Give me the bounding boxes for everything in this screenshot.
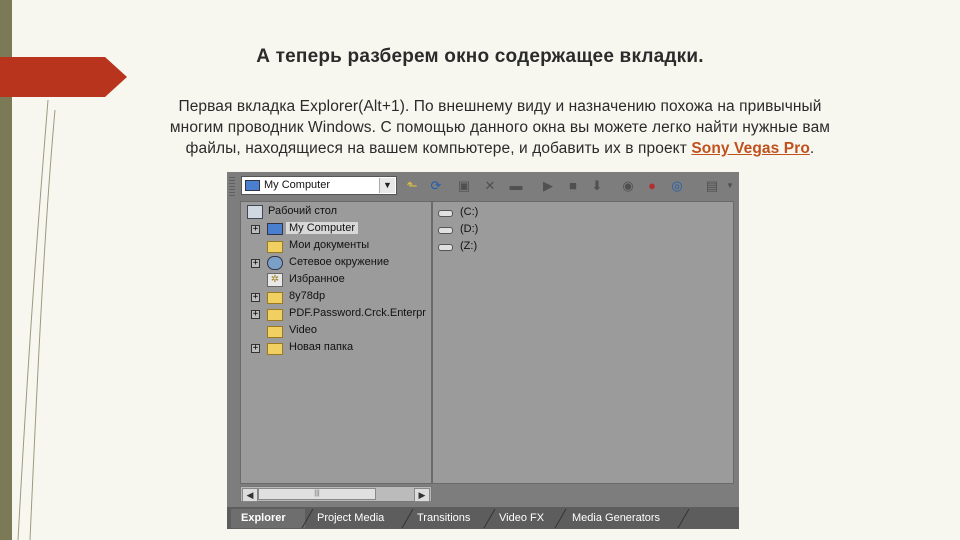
favorites-icon: ✲	[267, 273, 283, 287]
explorer-toolbar: My Computer ▼ ⬑ ⟳ ▣ ✕ ▬ ▶ ■ ⬇ ◉ ● ◎ ▤ ▼	[227, 172, 739, 200]
expand-toggle[interactable]: +	[251, 293, 260, 302]
folder-icon[interactable]: ▬	[507, 177, 525, 195]
drive-icon	[438, 244, 453, 251]
tree-item-label: 8y78dp	[289, 290, 326, 302]
folder-tree: Рабочий стол + My Computer Мои документы…	[240, 201, 432, 484]
folder-icon	[267, 309, 283, 321]
tree-item-label: Избранное	[289, 273, 345, 285]
tab-media-generators[interactable]: Media Generators	[562, 509, 687, 528]
expand-toggle[interactable]: +	[251, 344, 260, 353]
expand-toggle[interactable]: +	[251, 310, 260, 319]
slide-title: А теперь разберем окно содержащее вкладк…	[256, 46, 704, 67]
tab-explorer[interactable]: Explorer	[231, 509, 305, 528]
description-end: .	[809, 140, 815, 157]
tree-item[interactable]: Мои документы	[241, 238, 431, 255]
tree-item[interactable]: + Новая папка	[241, 340, 431, 357]
drive-icon	[438, 210, 453, 217]
folder-icon	[267, 343, 283, 355]
tree-item-label: Сетевое окружение	[289, 256, 390, 268]
tree-horizontal-scrollbar[interactable]: ◀ ||| ▶	[240, 486, 432, 502]
scroll-left-icon[interactable]: ◀	[242, 488, 258, 502]
cd-icon[interactable]: ◎	[668, 177, 686, 195]
new-folder-icon[interactable]: ▣	[455, 177, 473, 195]
toolbar-grip[interactable]	[229, 177, 235, 197]
tree-item[interactable]: Рабочий стол	[241, 204, 431, 221]
explorer-window: My Computer ▼ ⬑ ⟳ ▣ ✕ ▬ ▶ ■ ⬇ ◉ ● ◎ ▤ ▼ …	[227, 172, 739, 529]
window-tabs: Explorer Project Media Transitions Video…	[227, 507, 739, 529]
location-combo[interactable]: My Computer ▼	[241, 176, 397, 195]
computer-icon	[245, 180, 260, 191]
location-value: My Computer	[264, 179, 331, 191]
tab-video-fx[interactable]: Video FX	[489, 509, 559, 528]
tree-item-label: Новая папка	[289, 341, 354, 353]
tree-item-label: Мои документы	[289, 239, 370, 251]
file-list: (C:) (D:) (Z:)	[432, 201, 734, 484]
tab-transitions[interactable]: Transitions	[407, 509, 487, 528]
tree-item[interactable]: + PDF.Password.Crck.Enterpr	[241, 306, 431, 323]
description-line: многим проводник Windows. С помощью данн…	[169, 119, 831, 136]
drive-label: (C:)	[460, 206, 479, 218]
tree-item[interactable]: + Сетевое окружение	[241, 255, 431, 272]
tree-item[interactable]: Video	[241, 323, 431, 340]
decor-lines	[17, 99, 56, 540]
description-line: файлы, находящиеся на вашем компьютере, …	[70, 138, 930, 159]
favorites-icon[interactable]: ●	[643, 177, 661, 195]
play-icon[interactable]: ▶	[539, 177, 557, 195]
tree-item[interactable]: + My Computer	[241, 221, 431, 238]
tree-item-label: My Computer	[286, 222, 359, 234]
insert-icon[interactable]: ⬇	[588, 177, 606, 195]
desktop-icon	[247, 205, 263, 219]
description-line: Первая вкладка Explorer(Alt+1). По внешн…	[178, 98, 822, 115]
description-text: файлы, находящиеся на вашем компьютере, …	[185, 140, 692, 157]
slide-description: Первая вкладка Explorer(Alt+1). По внешн…	[70, 96, 930, 159]
delete-icon[interactable]: ✕	[481, 177, 499, 195]
stop-icon[interactable]: ■	[564, 177, 582, 195]
chevron-down-icon[interactable]: ▼	[379, 178, 395, 193]
expand-toggle[interactable]: +	[251, 259, 260, 268]
folder-icon	[267, 241, 283, 253]
tree-item-label: Рабочий стол	[268, 205, 338, 217]
folder-icon	[267, 326, 283, 338]
drive-label: (Z:)	[460, 240, 478, 252]
scroll-thumb[interactable]: |||	[258, 488, 376, 500]
properties-icon[interactable]: ◉	[619, 177, 637, 195]
tree-item-label: Video	[289, 324, 317, 336]
folder-icon	[267, 292, 283, 304]
drive-icon	[438, 227, 453, 234]
views-icon[interactable]: ▤	[703, 177, 721, 195]
tab-project-media[interactable]: Project Media	[307, 509, 407, 528]
drive-label: (D:)	[460, 223, 479, 235]
tree-item[interactable]: ✲ Избранное	[241, 272, 431, 289]
tree-item[interactable]: + 8y78dp	[241, 289, 431, 306]
up-folder-icon[interactable]: ⬑	[403, 177, 421, 195]
computer-icon	[267, 223, 283, 235]
scroll-right-icon[interactable]: ▶	[414, 488, 430, 502]
refresh-icon[interactable]: ⟳	[427, 177, 445, 195]
network-icon	[267, 256, 283, 270]
tree-item-label: PDF.Password.Crck.Enterpr	[289, 307, 426, 319]
chevron-down-icon[interactable]: ▼	[721, 177, 739, 195]
brand-link[interactable]: Sony Vegas Pro	[691, 140, 810, 157]
expand-toggle[interactable]: +	[251, 225, 260, 234]
